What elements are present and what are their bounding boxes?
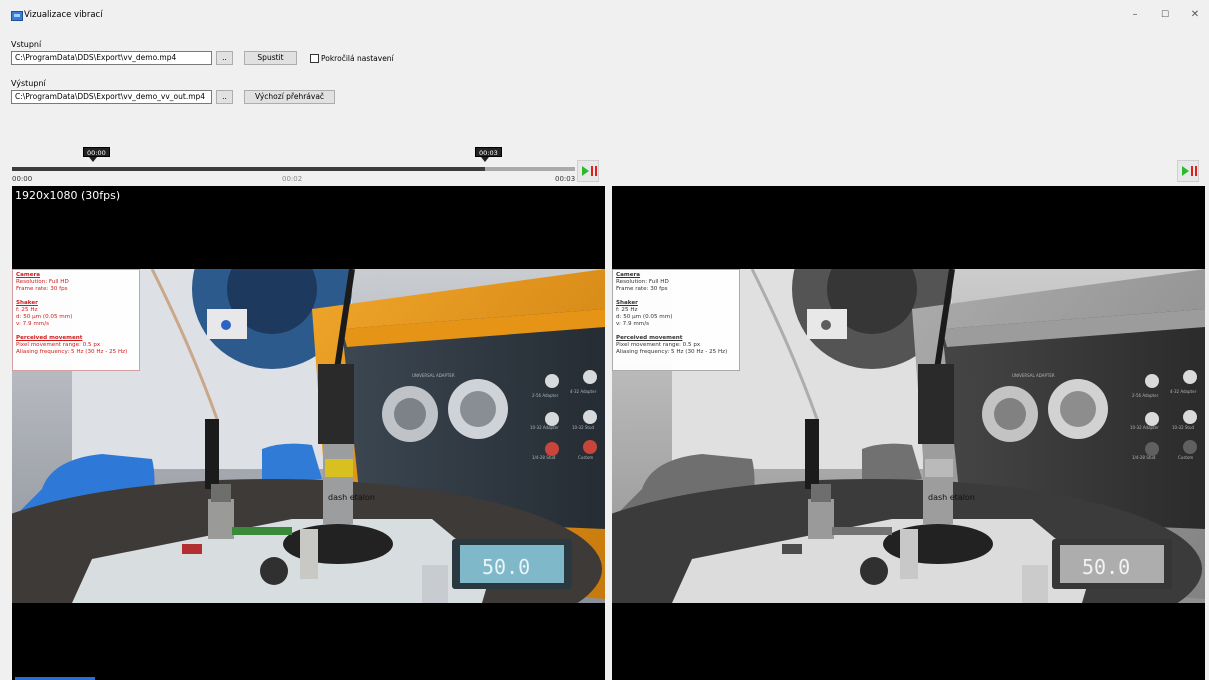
overlay-info-box: Camera Resolution: Full HD Frame rate: 3… xyxy=(12,269,140,371)
scene-adapter-f: Custom xyxy=(578,455,593,460)
output-browse-button[interactable]: .. xyxy=(216,90,233,104)
advanced-settings-checkbox[interactable] xyxy=(310,54,319,63)
scene-display-value: 50.0 xyxy=(482,555,530,579)
window-title: Vizualizace vibrací xyxy=(24,10,103,20)
title-bar: Vizualizace vibrací – ☐ ✕ xyxy=(0,0,1209,28)
output-path-field[interactable]: C:\ProgramData\DDS\Export\vv_demo_vv_out… xyxy=(11,90,212,104)
scene-adapter-e: 1/4-28 Stud xyxy=(532,455,556,460)
video-frame-gray: UNIVERSAL ADAPTER 2-56 Adapter 4-32 Adap… xyxy=(612,269,1205,603)
scene-adapter-c: 10-32 Adapter xyxy=(530,425,559,430)
end-marker-handle[interactable] xyxy=(481,157,489,162)
shaker-line: f: 25 Hz xyxy=(16,307,38,313)
timeline-selection xyxy=(12,167,485,171)
resolution-label: 1920x1080 (30fps) xyxy=(15,189,121,202)
shaker-line: v: 7.9 mm/s xyxy=(16,321,50,327)
play-icon xyxy=(1182,166,1189,176)
play-pause-button-left[interactable] xyxy=(577,160,599,182)
scene-device-title: UNIVERSAL ADAPTER xyxy=(1012,373,1055,378)
end-marker-label[interactable]: 00:03 xyxy=(475,147,502,157)
camera-line: Frame rate: 30 fps xyxy=(16,286,68,292)
pause-icon xyxy=(1191,166,1193,176)
scene-adapter-b: 4-32 Adapter xyxy=(570,389,597,394)
tick-start: 00:00 xyxy=(12,175,33,183)
scene-adapter-a: 2-56 Adapter xyxy=(532,393,559,398)
default-player-button[interactable]: Výchozí přehrávač xyxy=(244,90,335,104)
minimize-button[interactable]: – xyxy=(1122,8,1148,22)
input-path-field[interactable]: C:\ProgramData\DDS\Export\vv_demo.mp4 xyxy=(11,51,212,65)
app-icon xyxy=(11,11,23,21)
scene-display-value: 50.0 xyxy=(1082,555,1130,579)
output-label: Výstupní xyxy=(11,79,46,88)
scene-adapter-c: 10-32 Adapter xyxy=(1130,425,1159,430)
camera-line: Resolution: Full HD xyxy=(16,279,69,285)
maximize-button[interactable]: ☐ xyxy=(1152,8,1178,22)
input-browse-button[interactable]: .. xyxy=(216,51,233,65)
video-frame-image-gray: UNIVERSAL ADAPTER 2-56 Adapter 4-32 Adap… xyxy=(612,269,1205,603)
scene-device-title: UNIVERSAL ADAPTER xyxy=(412,373,455,378)
scene-adapter-d: 10-32 Stud xyxy=(1172,425,1195,430)
scene-adapter-a: 2-56 Adapter xyxy=(1132,393,1159,398)
play-icon xyxy=(582,166,589,176)
perceived-line: Aliasing frequency: 5 Hz (30 Hz - 25 Hz) xyxy=(16,349,128,355)
tick-mid: 00:02 xyxy=(282,175,303,183)
perceived-line: Pixel movement range: 0.5 px xyxy=(16,342,101,348)
pause-icon-bar xyxy=(1195,166,1197,176)
scene-adapter-d: 10-32 Stud xyxy=(572,425,595,430)
shaker-line: d: 50 µm (0.05 mm) xyxy=(16,314,73,320)
scene-etalon-label: dash etalon xyxy=(328,493,375,502)
scene-adapter-b: 4-32 Adapter xyxy=(1170,389,1197,394)
advanced-settings-label: Pokročilá nastavení xyxy=(321,54,394,63)
timeline-track[interactable] xyxy=(12,167,575,171)
pause-icon-bar xyxy=(595,166,597,176)
play-pause-button-right[interactable] xyxy=(1177,160,1199,182)
scene-adapter-f: Custom xyxy=(1178,455,1193,460)
close-button[interactable]: ✕ xyxy=(1182,8,1208,22)
perceived-heading: Perceived movement xyxy=(16,335,83,341)
pause-icon xyxy=(591,166,593,176)
scene-etalon-label: dash etalon xyxy=(928,493,975,502)
tick-end: 00:03 xyxy=(555,175,576,183)
camera-heading: Camera xyxy=(16,272,41,278)
shaker-heading: Shaker xyxy=(16,300,38,306)
input-label: Vstupní xyxy=(11,40,42,49)
start-marker-handle[interactable] xyxy=(89,157,97,162)
video-frame-color: UNIVERSAL ADAPTER 2-56 Adapter 4-32 Adap… xyxy=(12,269,605,603)
output-video-pane[interactable]: UNIVERSAL ADAPTER 2-56 Adapter 4-32 Adap… xyxy=(612,186,1205,680)
run-button[interactable]: Spustit xyxy=(244,51,297,65)
start-marker-label[interactable]: 00:00 xyxy=(83,147,110,157)
input-video-pane[interactable]: 1920x1080 (30fps) UNIVERSAL ADAPTER 2-56… xyxy=(12,186,605,680)
scene-adapter-e: 1/4-28 Stud xyxy=(1132,455,1156,460)
